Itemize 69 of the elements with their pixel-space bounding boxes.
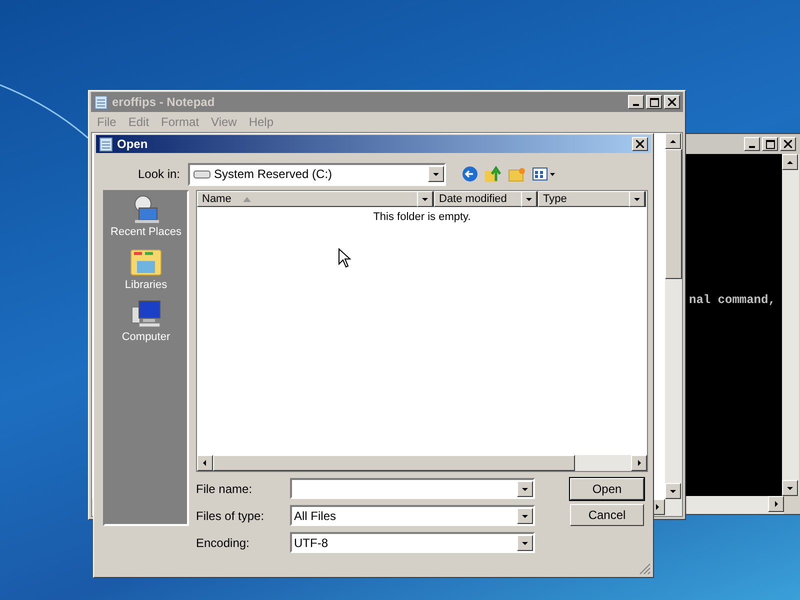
field-label: Encoding: <box>196 534 250 552</box>
scroll-left-button[interactable] <box>197 455 213 471</box>
scroll-thumb[interactable] <box>665 149 682 279</box>
close-button[interactable] <box>664 95 680 109</box>
back-icon[interactable] <box>462 166 478 182</box>
down-arrow-icon <box>669 487 677 495</box>
field-label: Files of type: <box>196 508 266 524</box>
vertical-scrollbar[interactable] <box>782 154 799 496</box>
dialog-button[interactable]: Open <box>570 478 644 500</box>
drive-icon <box>193 169 211 179</box>
scroll-up-button[interactable] <box>665 133 681 149</box>
dialog-title: Open <box>117 136 149 153</box>
empty-folder-message: This folder is empty. <box>373 210 471 225</box>
right-arrow-icon <box>653 503 661 511</box>
close-button[interactable] <box>632 137 648 151</box>
file-name-field[interactable] <box>290 478 535 499</box>
down-arrow-icon <box>525 195 533 203</box>
column-dropdown-icon[interactable] <box>417 191 433 207</box>
dropdown-field[interactable]: UTF-8 <box>290 532 535 553</box>
maximize-icon <box>650 98 658 106</box>
computer-icon <box>130 299 162 329</box>
scroll-down-button[interactable] <box>782 480 798 496</box>
folder-icon <box>129 246 163 276</box>
dialog-button[interactable]: Cancel <box>570 504 644 526</box>
minimize-button[interactable] <box>744 137 760 151</box>
down-arrow-icon <box>633 195 641 203</box>
column-header[interactable]: Name <box>197 191 434 207</box>
field-label: File name: <box>196 480 254 498</box>
down-arrow-icon <box>432 170 440 178</box>
notepad-icon <box>94 94 108 110</box>
console-text: nal command, <box>689 292 776 309</box>
column-dropdown-icon[interactable] <box>629 191 645 207</box>
close-icon <box>784 140 792 148</box>
mouse-pointer-icon <box>338 248 351 268</box>
scroll-up-button[interactable] <box>782 154 798 170</box>
column-header[interactable]: Type <box>538 191 646 207</box>
column-header[interactable]: Date modified <box>434 191 538 207</box>
down-arrow-icon <box>421 195 429 203</box>
up-arrow-icon <box>669 137 677 145</box>
horizontal-scrollbar[interactable] <box>687 496 784 514</box>
scroll-thumb[interactable] <box>213 455 575 471</box>
right-arrow-icon <box>635 459 643 467</box>
right-arrow-icon <box>772 500 780 508</box>
left-arrow-icon <box>201 459 209 467</box>
scroll-down-button[interactable] <box>665 483 681 499</box>
maximize-button[interactable] <box>646 95 662 109</box>
column-dropdown-icon[interactable] <box>521 191 537 207</box>
dropdown-field[interactable]: All Files <box>290 505 535 526</box>
look-in-dropdown[interactable]: System Reserved (C:) <box>188 162 446 186</box>
close-icon <box>636 140 644 148</box>
vertical-scrollbar[interactable] <box>665 133 682 499</box>
minimize-button[interactable] <box>628 95 644 109</box>
place-item[interactable]: Computer <box>122 299 170 346</box>
down-arrow-icon <box>786 484 794 492</box>
maximize-button[interactable] <box>762 137 778 151</box>
view-menu-icon[interactable] <box>532 166 556 182</box>
place-item[interactable]: Libraries <box>124 246 168 293</box>
scroll-right-button[interactable] <box>768 496 784 512</box>
close-button[interactable] <box>780 137 796 151</box>
window-title: eroffips - Notepad <box>112 94 216 111</box>
maximize-icon <box>766 140 774 148</box>
place-item[interactable]: Recent Places <box>110 194 182 240</box>
look-in-label: Look in: <box>136 166 181 183</box>
notepad-icon <box>99 136 113 152</box>
scroll-right-button[interactable] <box>631 455 647 471</box>
up-arrow-icon <box>786 158 794 166</box>
horizontal-scrollbar[interactable] <box>197 455 647 471</box>
resize-grip-icon[interactable] <box>639 563 651 575</box>
close-icon <box>668 98 676 106</box>
